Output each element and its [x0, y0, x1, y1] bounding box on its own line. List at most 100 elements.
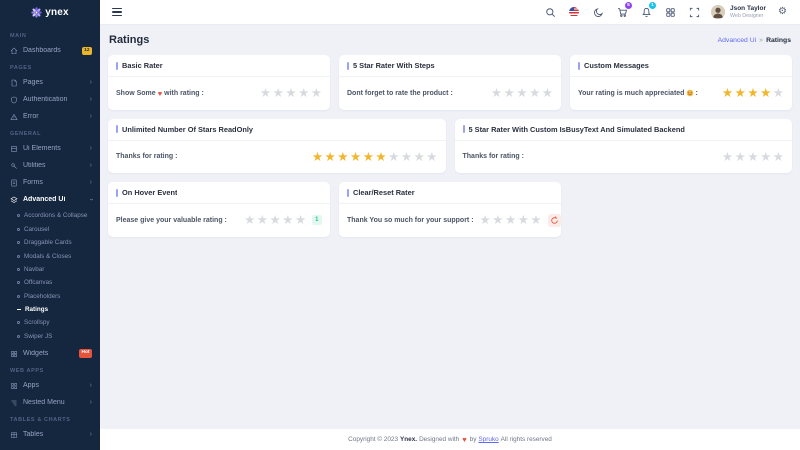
sidebar-item-label: Dashboards	[23, 47, 77, 54]
sidebar-item-pages[interactable]: Pages›	[0, 74, 100, 91]
brand-logo[interactable]: ynex	[0, 0, 100, 25]
star-icon: ★	[363, 151, 374, 164]
star-icon[interactable]: ★	[747, 87, 758, 100]
footer-spruko-link[interactable]: Spruko	[478, 436, 498, 443]
sidebar-item-ui-elements[interactable]: Ui Elements ›	[0, 140, 100, 157]
sidebar-item-tables[interactable]: Tables›	[0, 426, 100, 443]
star-icon: ★	[401, 151, 412, 164]
star-icon[interactable]: ★	[311, 87, 322, 100]
sidebar-item-widgets[interactable]: WidgetsHot	[0, 345, 100, 362]
user-menu[interactable]: Json Taylor Web Designer	[711, 5, 766, 19]
star-rater: ★★★★★	[491, 87, 553, 100]
star-icon: ★	[414, 151, 425, 164]
card-title: 5 Star Rater With Custom IsBusyText And …	[469, 125, 685, 134]
chevron-right-icon: ›	[90, 382, 92, 389]
star-icon[interactable]: ★	[735, 87, 746, 100]
sidebar-subitem-modals-closes[interactable]: Modals & Closes	[0, 249, 100, 262]
sidebar-item-label: Apps	[23, 382, 85, 389]
card-accent-bar	[116, 189, 118, 197]
star-icon[interactable]: ★	[273, 87, 284, 100]
star-icon[interactable]: ★	[504, 87, 515, 100]
user-role: Web Designer	[730, 13, 766, 19]
star-icon[interactable]: ★	[722, 151, 733, 164]
star-icon[interactable]: ★	[505, 214, 516, 227]
sidebar-subitem-ratings[interactable]: Ratings	[0, 303, 100, 316]
search-icon[interactable]	[543, 5, 558, 20]
page-title: Ratings	[109, 34, 149, 46]
sidebar-subitem-navbar[interactable]: Navbar	[0, 263, 100, 276]
sidebar-item-dashboards[interactable]: Dashboards12	[0, 42, 100, 59]
language-flag-icon[interactable]	[567, 5, 582, 20]
sidebar-item-forms[interactable]: Forms›	[0, 174, 100, 191]
cards-row-1: Basic RaterShow Some ♥ with rating :★★★★…	[108, 55, 792, 110]
dark-mode-icon[interactable]	[591, 5, 606, 20]
star-icon[interactable]: ★	[492, 214, 503, 227]
notifications-bell-icon[interactable]: 1	[639, 5, 654, 20]
star-icon[interactable]: ★	[282, 214, 293, 227]
ui-icon	[10, 145, 18, 153]
sidebar-subitem-swiper-js[interactable]: Swiper JS	[0, 330, 100, 343]
star-icon[interactable]: ★	[760, 87, 771, 100]
cart-icon[interactable]: 5	[615, 5, 630, 20]
chevron-right-icon: ›	[90, 145, 92, 152]
chevron-down-icon: ›	[87, 199, 94, 201]
sidebar-item-apps[interactable]: Apps ›	[0, 377, 100, 394]
sidebar-subitem-offcanvas[interactable]: Offcanvas	[0, 276, 100, 289]
star-icon[interactable]: ★	[529, 87, 540, 100]
star-icon[interactable]: ★	[516, 87, 527, 100]
sidebar-item-authentication[interactable]: Authentication›	[0, 91, 100, 108]
star-icon: ★	[312, 151, 323, 164]
sidebar: ynex MAINDashboards12PAGESPages›Authenti…	[0, 0, 100, 450]
sidebar-subitem-carousel[interactable]: Carousel	[0, 223, 100, 236]
sidebar-subitem-label: Offcanvas	[24, 279, 52, 286]
star-icon[interactable]: ★	[270, 214, 281, 227]
sidebar-subitem-scrollspy[interactable]: Scrollspy	[0, 316, 100, 329]
bullet-icon	[17, 214, 20, 217]
star-icon[interactable]: ★	[518, 214, 529, 227]
star-icon[interactable]: ★	[722, 87, 733, 100]
sidebar-item-advanced-ui[interactable]: Advanced Ui›	[0, 191, 100, 208]
reset-rating-button[interactable]	[548, 214, 561, 227]
sidebar-item-utilities[interactable]: Utilities›	[0, 157, 100, 174]
sidebar-subitem-placeholders[interactable]: Placeholders	[0, 289, 100, 302]
sidebar-subitem-draggable-cards[interactable]: Draggable Cards	[0, 236, 100, 249]
sidebar-item-nested-menu[interactable]: Nested Menu›	[0, 394, 100, 411]
footer-by: by	[470, 436, 477, 443]
star-icon[interactable]: ★	[295, 214, 306, 227]
utilities-icon	[10, 162, 18, 170]
star-icon[interactable]: ★	[735, 151, 746, 164]
sidebar-badge-widgets: Hot	[79, 349, 92, 357]
star-icon[interactable]: ★	[257, 214, 268, 227]
apps-grid-icon[interactable]	[663, 5, 678, 20]
chevron-right-icon: ›	[90, 113, 92, 120]
star-icon[interactable]: ★	[285, 87, 296, 100]
sidebar-subitem-accordions-collapse[interactable]: Accordions & Collapse	[0, 209, 100, 222]
sidebar-section-label: TABLES & CHARTS	[0, 411, 100, 426]
card-on-hover-event: On Hover EventPlease give your valuable …	[108, 182, 330, 237]
breadcrumb-parent-link[interactable]: Advanced Ui	[718, 37, 757, 44]
star-icon[interactable]: ★	[298, 87, 309, 100]
sidebar-item-error[interactable]: Error›	[0, 108, 100, 125]
sidebar-item-label: Ui Elements	[23, 145, 85, 152]
star-icon[interactable]: ★	[773, 87, 784, 100]
fullscreen-icon[interactable]	[687, 5, 702, 20]
auth-icon	[10, 96, 18, 104]
user-name: Json Taylor	[730, 5, 766, 13]
card-title: 5 Star Rater With Steps	[353, 61, 435, 70]
tables-icon	[10, 431, 18, 439]
star-icon[interactable]: ★	[760, 151, 771, 164]
star-icon[interactable]: ★	[244, 214, 255, 227]
bullet-icon	[17, 268, 20, 271]
star-icon[interactable]: ★	[542, 87, 553, 100]
star-icon[interactable]: ★	[260, 87, 271, 100]
star-icon[interactable]: ★	[480, 214, 491, 227]
settings-gear-icon[interactable]: ⚙	[775, 5, 790, 20]
rating-prompt-text: Please give your valuable rating :	[116, 217, 227, 224]
star-icon[interactable]: ★	[530, 214, 541, 227]
sidebar-toggle-icon[interactable]	[112, 8, 122, 16]
star-icon[interactable]: ★	[773, 151, 784, 164]
star-icon[interactable]: ★	[747, 151, 758, 164]
star-icon[interactable]: ★	[491, 87, 502, 100]
rating-prompt-text: Your rating is much appreciated :	[578, 89, 698, 97]
bullet-icon	[17, 281, 20, 284]
